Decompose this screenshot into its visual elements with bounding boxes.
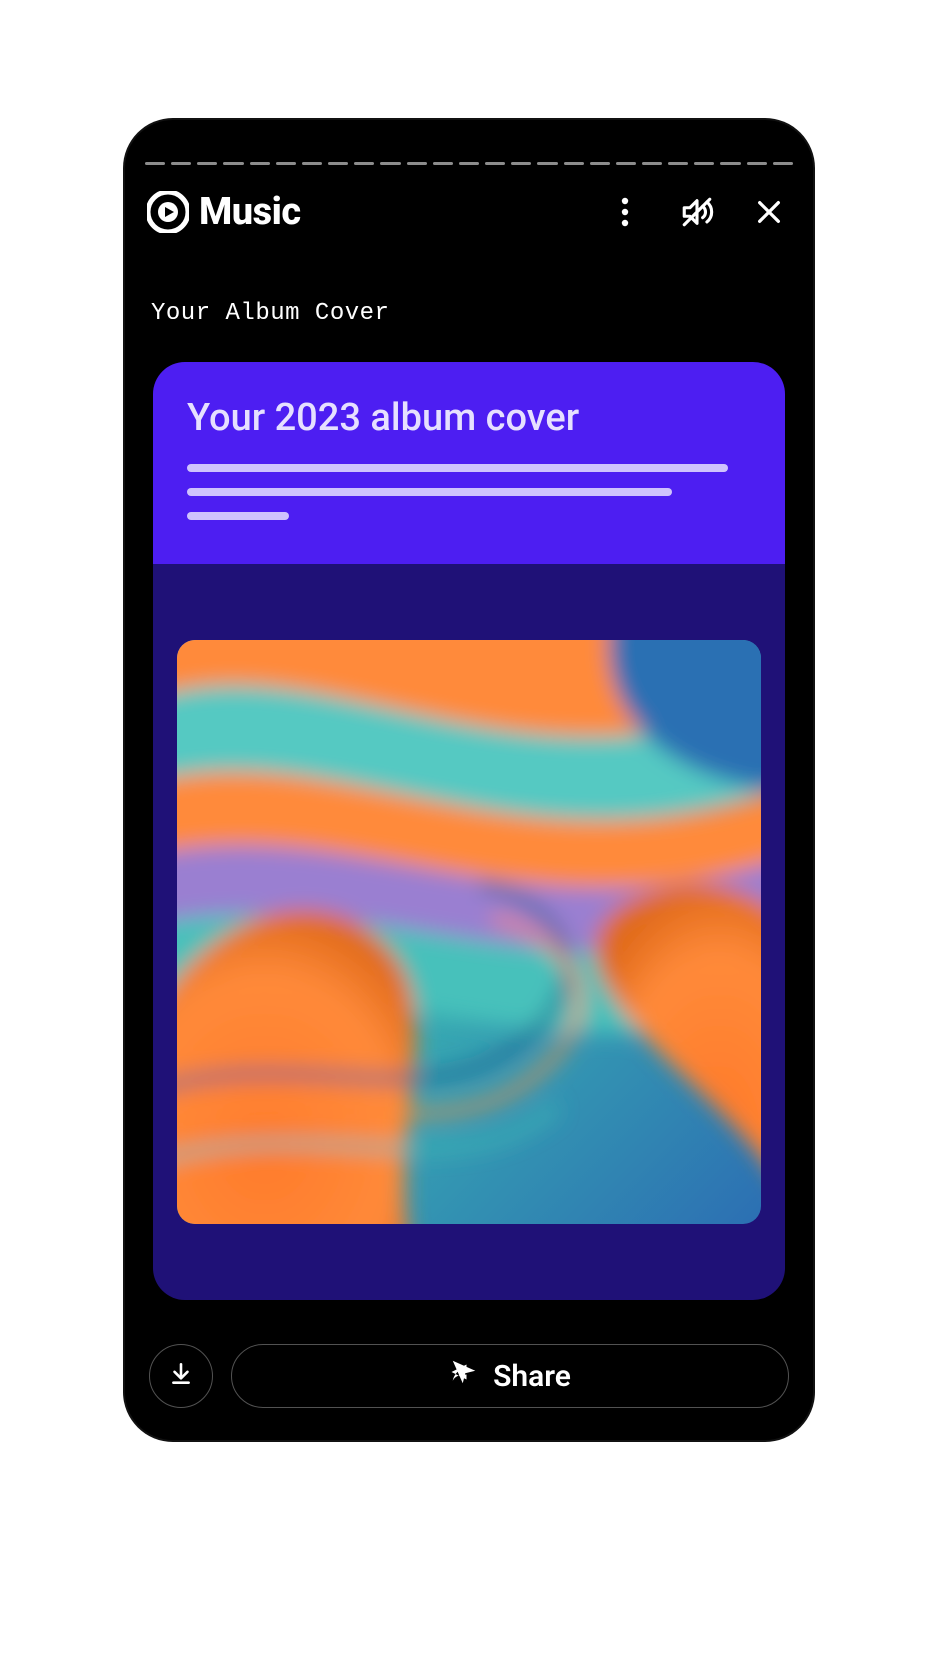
placeholder-line (187, 512, 289, 520)
progress-segment[interactable] (433, 162, 453, 165)
progress-segment[interactable] (564, 162, 584, 165)
share-icon (449, 1357, 479, 1395)
progress-segment[interactable] (642, 162, 662, 165)
app-name: Music (199, 190, 301, 234)
download-icon (168, 1361, 194, 1391)
progress-segment[interactable] (590, 162, 610, 165)
bottom-bar: Share (149, 1344, 789, 1408)
close-icon[interactable] (747, 190, 791, 234)
top-controls (603, 190, 791, 234)
story-subtitle: Your Album Cover (151, 300, 389, 327)
brand: Music (147, 190, 301, 234)
progress-segment[interactable] (302, 162, 322, 165)
progress-segment[interactable] (407, 162, 427, 165)
progress-segment[interactable] (145, 162, 165, 165)
progress-segment[interactable] (328, 162, 348, 165)
progress-segment[interactable] (537, 162, 557, 165)
progress-segment[interactable] (459, 162, 479, 165)
share-button[interactable]: Share (231, 1344, 789, 1408)
progress-segment[interactable] (720, 162, 740, 165)
top-bar: Music (147, 182, 791, 242)
progress-segment[interactable] (773, 162, 793, 165)
progress-segment[interactable] (197, 162, 217, 165)
progress-segment[interactable] (694, 162, 714, 165)
progress-segment[interactable] (668, 162, 688, 165)
album-art (177, 640, 761, 1224)
progress-segment[interactable] (354, 162, 374, 165)
progress-segment[interactable] (380, 162, 400, 165)
placeholder-line (187, 464, 728, 472)
card-body (153, 564, 785, 1300)
progress-segment[interactable] (223, 162, 243, 165)
progress-segment[interactable] (511, 162, 531, 165)
music-logo-icon (147, 191, 189, 233)
card-header: Your 2023 album cover (153, 362, 785, 564)
progress-segment[interactable] (747, 162, 767, 165)
share-label: Share (493, 1359, 571, 1394)
progress-segment[interactable] (250, 162, 270, 165)
mute-icon[interactable] (675, 190, 719, 234)
progress-segment[interactable] (171, 162, 191, 165)
card-title: Your 2023 album cover (187, 396, 751, 440)
download-button[interactable] (149, 1344, 213, 1408)
device-frame: Music (125, 120, 813, 1440)
progress-segment[interactable] (276, 162, 296, 165)
album-cover-card: Your 2023 album cover (153, 362, 785, 1300)
progress-segment[interactable] (485, 162, 505, 165)
more-icon[interactable] (603, 190, 647, 234)
placeholder-line (187, 488, 672, 496)
progress-segment[interactable] (616, 162, 636, 165)
story-progress-bar[interactable] (145, 162, 793, 168)
